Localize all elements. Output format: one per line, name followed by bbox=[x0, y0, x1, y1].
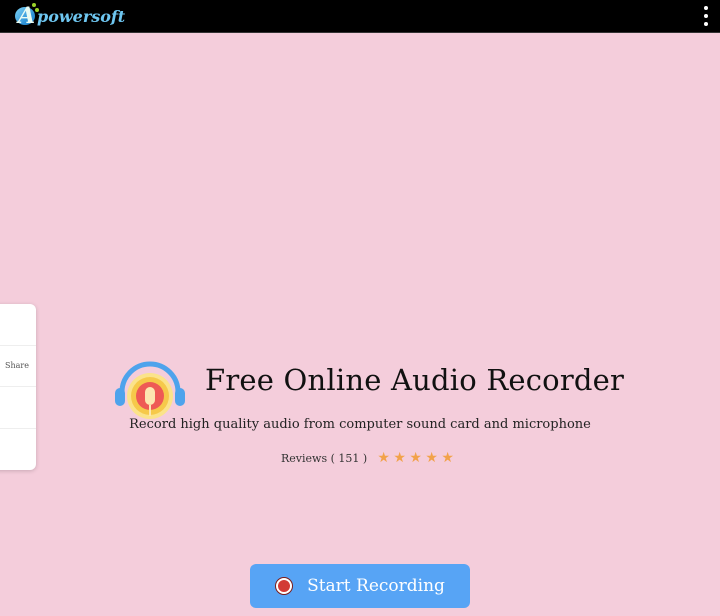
headphone-microphone-icon bbox=[115, 361, 185, 419]
star-icon[interactable]: ★ bbox=[424, 451, 439, 465]
start-recording-button[interactable]: Start Recording bbox=[250, 564, 470, 608]
apowersoft-logo[interactable]: A powersoft bbox=[14, 3, 126, 28]
logo-mark-icon: A bbox=[14, 3, 39, 28]
page-title: Free Online Audio Recorder bbox=[205, 363, 625, 397]
reviews: Reviews ( 151 ) ★ ★ ★ ★ ★ bbox=[281, 451, 455, 465]
logo-text: powersoft bbox=[37, 7, 126, 26]
star-icon[interactable]: ★ bbox=[440, 451, 455, 465]
star-rating: ★ ★ ★ ★ ★ bbox=[376, 451, 455, 465]
share-item[interactable] bbox=[0, 429, 36, 471]
page-subtitle: Record high quality audio from computer … bbox=[129, 417, 591, 432]
more-vertical-icon[interactable] bbox=[700, 6, 712, 26]
share-label: Share bbox=[5, 361, 29, 371]
reviews-link[interactable]: Reviews ( 151 ) bbox=[281, 452, 367, 465]
start-recording-label: Start Recording bbox=[307, 576, 445, 596]
record-icon bbox=[275, 577, 294, 595]
star-icon[interactable]: ★ bbox=[376, 451, 391, 465]
top-bar: A powersoft bbox=[0, 0, 720, 33]
share-panel: Share bbox=[0, 304, 36, 470]
share-button[interactable]: Share bbox=[0, 346, 36, 387]
star-icon[interactable]: ★ bbox=[392, 451, 407, 465]
star-icon[interactable]: ★ bbox=[408, 451, 423, 465]
share-item[interactable] bbox=[0, 304, 36, 346]
